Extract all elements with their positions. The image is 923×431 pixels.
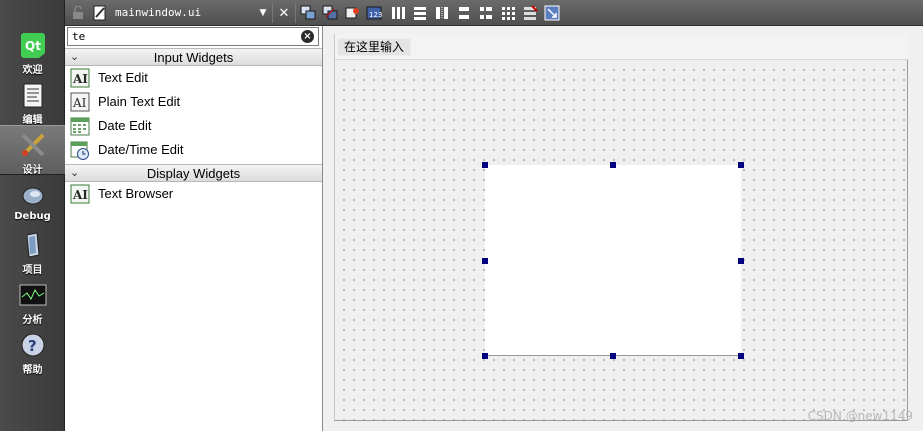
widget-item-date-edit[interactable]: Date Edit (69, 115, 319, 137)
widget-item-text-browser[interactable]: AI Text Browser (69, 183, 319, 205)
menu-type-here[interactable]: 在这里输入 (337, 38, 412, 56)
chevron-down-icon[interactable]: ▼ (257, 4, 269, 22)
resize-handle[interactable] (738, 353, 744, 359)
form-menubar: 在这里输入 (335, 34, 908, 60)
layout-splitter-vertical-icon[interactable] (455, 4, 473, 22)
mode-label: 项目 (22, 265, 43, 276)
mode-welcome[interactable]: Qt 欢迎 (0, 26, 65, 76)
mode-sidebar: Qt 欢迎 编辑 设计 Debug 项目 分析 ? 帮助 (0, 0, 65, 431)
mode-project[interactable]: 项目 (0, 226, 65, 276)
oscilloscope-icon (19, 281, 47, 309)
svg-text:123: 123 (369, 11, 382, 19)
mode-analyze[interactable]: 分析 (0, 276, 65, 326)
mode-label: 欢迎 (22, 65, 43, 76)
layout-grid-icon[interactable] (499, 4, 517, 22)
text-edit-widget[interactable] (485, 165, 741, 356)
edit-tab-order-icon[interactable]: 123 (365, 4, 383, 22)
help-icon: ? (19, 331, 47, 359)
layout-vertical-icon[interactable] (411, 4, 429, 22)
mode-design[interactable]: 设计 (0, 125, 65, 176)
plain-text-edit-icon: AI (70, 92, 90, 112)
form-editor-area: 在这里输入 (324, 26, 923, 431)
widget-item-text-edit[interactable]: AI Text Edit (69, 67, 319, 89)
resize-handle[interactable] (610, 162, 616, 168)
bug-icon (19, 181, 47, 209)
edit-widgets-icon[interactable] (299, 4, 317, 22)
datetime-edit-icon (70, 140, 90, 160)
filter-value: te (72, 30, 86, 43)
project-icon (19, 231, 47, 259)
widget-box: te × ⌄ Input Widgets AI Text Edit AI Pla… (65, 26, 323, 431)
main-window-form[interactable]: 在这里输入 (334, 34, 908, 421)
adjust-size-icon[interactable] (543, 4, 561, 22)
edit-buddies-icon[interactable] (343, 4, 361, 22)
editor-toolbar: mainwindow.ui ▼ ✕ 123 (65, 0, 923, 26)
svg-text:AI: AI (72, 72, 88, 86)
design-tools-icon (19, 131, 47, 159)
mode-edit[interactable]: 编辑 (0, 76, 65, 126)
layout-splitter-horizontal-icon[interactable] (433, 4, 451, 22)
widget-item-label: Date/Time Edit (98, 142, 184, 157)
category-label: Display Widgets (146, 166, 241, 181)
text-edit-icon: AI (70, 68, 90, 88)
mode-label: 帮助 (22, 365, 43, 376)
resize-handle[interactable] (610, 353, 616, 359)
mode-label: Debug (14, 211, 51, 222)
clear-filter-icon[interactable]: × (301, 30, 314, 43)
resize-handle[interactable] (482, 258, 488, 264)
document-selector[interactable]: mainwindow.ui (115, 6, 201, 19)
resize-handle[interactable] (738, 162, 744, 168)
widget-item-label: Plain Text Edit (98, 94, 181, 109)
layout-form-icon[interactable] (477, 4, 495, 22)
resize-handle[interactable] (482, 353, 488, 359)
qt-logo-icon: Qt (19, 31, 47, 59)
svg-text:Qt: Qt (25, 39, 41, 53)
date-edit-icon (70, 116, 90, 136)
widget-item-label: Date Edit (98, 118, 152, 133)
category-input-widgets[interactable]: ⌄ Input Widgets (65, 48, 322, 66)
mode-label: 设计 (22, 165, 43, 176)
break-layout-icon[interactable] (521, 4, 539, 22)
ui-file-icon (93, 4, 107, 22)
widget-item-label: Text Browser (98, 186, 174, 201)
widget-filter-input[interactable]: te × (67, 27, 319, 46)
category-display-widgets[interactable]: ⌄ Display Widgets (65, 164, 322, 182)
mode-help[interactable]: ? 帮助 (0, 326, 65, 376)
svg-text:AI: AI (72, 188, 88, 202)
lock-icon[interactable] (71, 4, 85, 22)
widget-item-label: Text Edit (98, 70, 148, 85)
resize-handle[interactable] (738, 258, 744, 264)
document-icon (19, 81, 47, 109)
close-document-button[interactable]: ✕ (276, 4, 292, 22)
mode-label: 编辑 (22, 115, 43, 126)
mode-debug[interactable]: Debug (0, 176, 65, 226)
widget-item-plain-text-edit[interactable]: AI Plain Text Edit (69, 91, 319, 113)
svg-text:AI: AI (72, 96, 87, 110)
resize-handle[interactable] (482, 162, 488, 168)
widget-item-datetime-edit[interactable]: Date/Time Edit (69, 139, 319, 161)
svg-text:?: ? (28, 337, 37, 355)
watermark: CSDN @new1149 (807, 409, 913, 423)
category-label: Input Widgets (153, 50, 234, 65)
edit-signals-icon[interactable] (321, 4, 339, 22)
text-browser-icon: AI (70, 184, 90, 204)
mode-label: 分析 (22, 315, 43, 326)
layout-horizontal-icon[interactable] (389, 4, 407, 22)
design-grid[interactable] (335, 61, 908, 420)
